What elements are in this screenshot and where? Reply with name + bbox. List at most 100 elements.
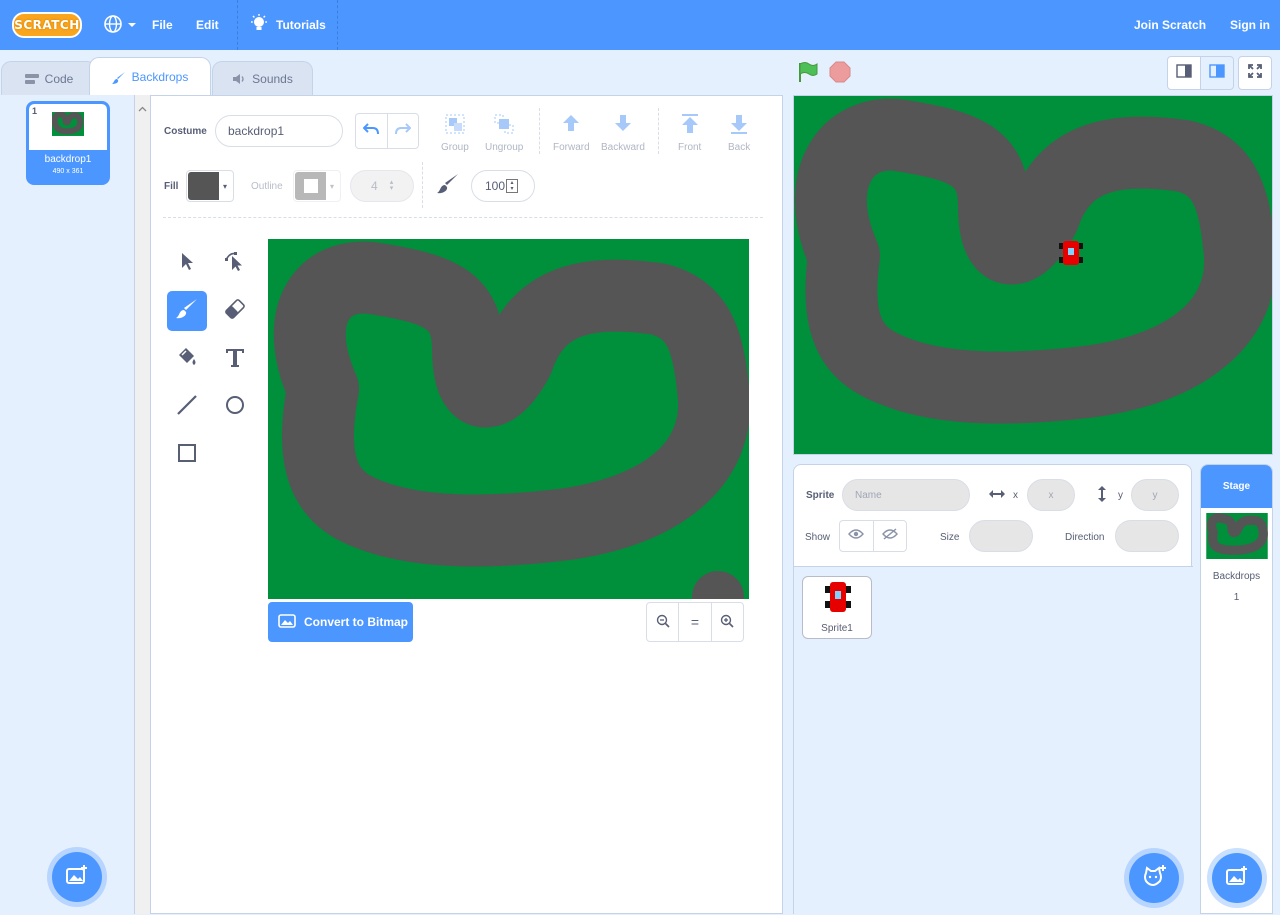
sprite-name-field[interactable]: Name — [842, 479, 970, 511]
costume-item[interactable]: 1 backdrop1 490 x 361 — [26, 101, 110, 185]
costume-list-scrollbar[interactable] — [135, 95, 151, 914]
stage-canvas[interactable] — [793, 95, 1273, 455]
forward-label: Forward — [553, 142, 590, 153]
tab-backdrops-label: Backdrops — [131, 69, 189, 84]
horizontal-arrows-icon — [988, 487, 1006, 505]
x-label: x — [1013, 490, 1018, 501]
stepper-icon: ▴ ▾ — [389, 179, 394, 192]
costume-thumbnail — [29, 104, 107, 150]
forward-button[interactable]: Forward — [553, 113, 590, 153]
zoom-reset-button[interactable]: = — [679, 603, 712, 641]
brush-icon — [176, 298, 198, 325]
brush-tool[interactable] — [167, 291, 207, 331]
sign-in-link[interactable]: Sign in — [1230, 0, 1270, 50]
small-stage-button[interactable] — [1167, 56, 1201, 90]
choose-backdrop-button[interactable] — [52, 852, 102, 902]
brush-size-icon — [437, 173, 459, 200]
stage-selector[interactable]: Stage Backdrops 1 — [1200, 464, 1273, 914]
direction-label: Direction — [1065, 532, 1105, 543]
backward-button[interactable]: Backward — [601, 113, 645, 153]
toolbar-divider — [539, 108, 540, 154]
race-car-thumbnail — [823, 581, 853, 618]
eraser-tool[interactable] — [215, 291, 255, 331]
image-add-icon — [1225, 865, 1249, 892]
sprite-info-panel: Sprite Name x x y y Show Size Direction … — [793, 464, 1193, 915]
x-field[interactable]: x — [1027, 479, 1075, 511]
file-menu[interactable]: File — [152, 0, 173, 50]
large-stage-button[interactable] — [1200, 56, 1234, 90]
tab-code[interactable]: Code — [1, 61, 97, 95]
zoom-in-button[interactable] — [712, 603, 743, 641]
front-button[interactable]: Front — [678, 113, 701, 153]
outline-color-picker[interactable]: ▾ — [293, 170, 341, 202]
brush-size-field[interactable]: 100 ▴ ▾ — [471, 170, 535, 202]
caret-down-icon: ▾ — [223, 181, 228, 191]
circle-tool[interactable] — [215, 387, 255, 427]
small-stage-icon — [1176, 63, 1192, 83]
stop-icon[interactable] — [829, 61, 851, 88]
outline-width-field[interactable]: 4 ▴ ▾ — [350, 170, 414, 202]
fullscreen-button[interactable] — [1238, 56, 1272, 90]
group-button[interactable]: Group — [441, 113, 469, 153]
edit-menu[interactable]: Edit — [196, 0, 219, 50]
stepper-icon[interactable]: ▴ ▾ — [506, 179, 519, 193]
eye-icon — [848, 527, 865, 545]
sprite-tile[interactable]: Sprite1 — [802, 576, 872, 639]
brush-size-value: 100 — [485, 179, 506, 193]
menu-divider — [337, 0, 338, 50]
y-field[interactable]: y — [1131, 479, 1179, 511]
direction-field[interactable] — [1115, 520, 1179, 552]
back-button[interactable]: Back — [728, 113, 750, 153]
scratch-logo[interactable]: SCRATCH — [12, 12, 82, 38]
caret-down-icon: ▾ — [330, 181, 335, 191]
tab-sounds[interactable]: Sounds — [212, 61, 313, 95]
zoom-out-button[interactable] — [647, 603, 680, 641]
chevron-up-icon[interactable] — [138, 99, 147, 117]
undo-button[interactable] — [356, 114, 388, 148]
choose-backdrop-stage-button[interactable] — [1212, 853, 1262, 903]
join-scratch-link[interactable]: Join Scratch — [1134, 0, 1206, 50]
costume-label: Costume — [164, 126, 207, 137]
toolbar-divider — [658, 108, 659, 154]
arrow-to-bottom-icon — [729, 113, 749, 138]
green-flag-icon[interactable] — [797, 61, 819, 88]
globe-icon — [103, 14, 123, 37]
text-icon — [224, 346, 246, 373]
select-tool[interactable] — [167, 243, 207, 283]
undo-redo-group — [355, 113, 419, 149]
line-icon — [176, 394, 198, 421]
hide-button[interactable] — [874, 521, 907, 551]
code-icon — [24, 73, 39, 85]
eraser-icon — [224, 298, 246, 325]
line-tool[interactable] — [167, 387, 207, 427]
tab-backdrops[interactable]: Backdrops — [89, 57, 211, 95]
ungroup-button[interactable]: Ungroup — [485, 113, 523, 153]
show-button[interactable] — [840, 521, 874, 551]
text-tool[interactable] — [215, 339, 255, 379]
arrow-to-top-icon — [680, 113, 700, 138]
costume-list — [0, 95, 135, 914]
costume-number: 1 — [32, 106, 38, 116]
fill-color-picker[interactable]: ▾ — [186, 170, 234, 202]
group-icon — [444, 113, 466, 138]
stage-title: Stage — [1201, 465, 1272, 508]
arrow-up-icon — [561, 113, 581, 138]
convert-to-bitmap-button[interactable]: Convert to Bitmap — [268, 602, 413, 642]
reshape-icon — [224, 250, 246, 277]
rectangle-tool[interactable] — [167, 435, 207, 475]
fill-label: Fill — [164, 181, 179, 192]
outline-color-swatch — [295, 172, 326, 200]
back-label: Back — [728, 142, 751, 153]
language-menu[interactable] — [103, 0, 137, 50]
choose-sprite-button[interactable] — [1129, 853, 1179, 903]
reshape-tool[interactable] — [215, 243, 255, 283]
y-label: y — [1118, 490, 1123, 501]
redo-button[interactable] — [388, 114, 419, 148]
vertical-arrows-icon — [1096, 485, 1108, 508]
size-field[interactable] — [969, 520, 1033, 552]
costume-name-field[interactable]: backdrop1 — [215, 115, 343, 147]
fill-tool[interactable] — [167, 339, 207, 379]
paint-canvas[interactable] — [268, 239, 749, 599]
size-label: Size — [940, 532, 960, 543]
tutorials-button[interactable]: Tutorials — [250, 0, 326, 50]
